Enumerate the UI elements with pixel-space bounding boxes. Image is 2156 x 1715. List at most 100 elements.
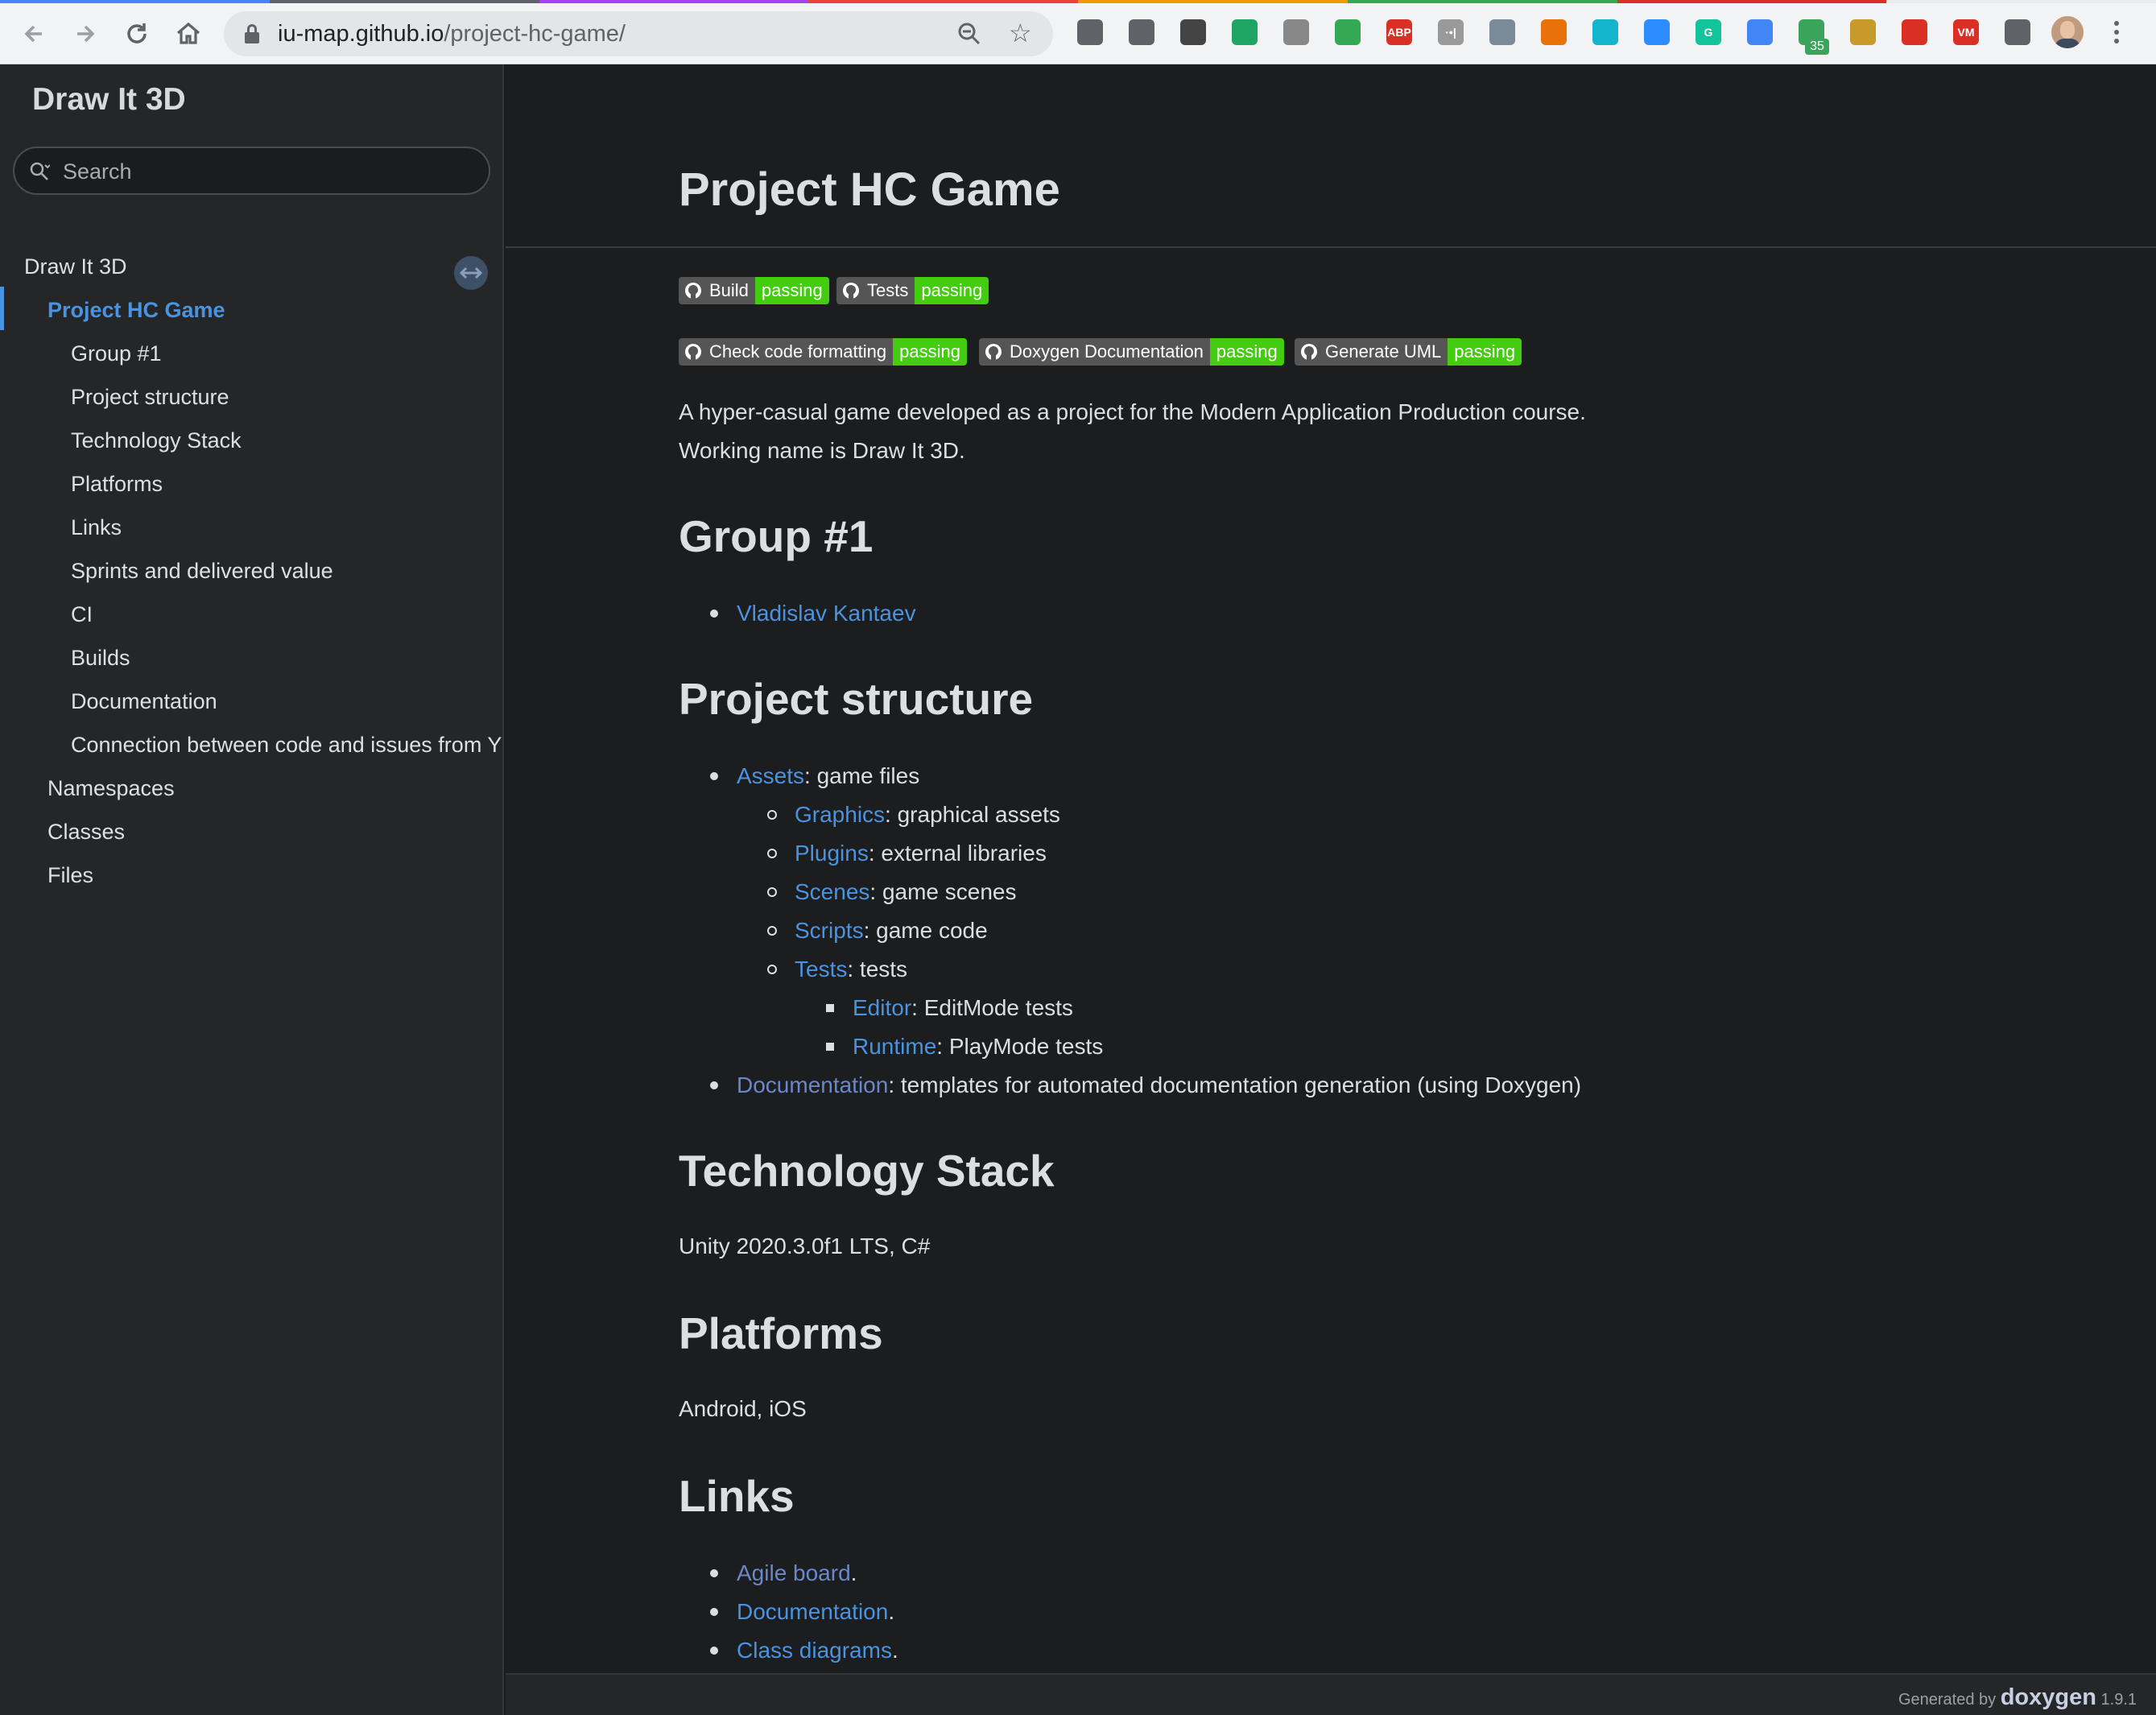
search-icon[interactable] bbox=[29, 161, 50, 182]
grammarly-icon[interactable]: G bbox=[1695, 19, 1721, 45]
runtime-link[interactable]: Runtime bbox=[853, 1034, 936, 1059]
zoom-extension-icon[interactable] bbox=[1644, 19, 1670, 45]
vm-extension-icon[interactable]: VM bbox=[1953, 19, 1979, 45]
nav-item-platforms[interactable]: Platforms bbox=[71, 472, 163, 497]
agile-board-link[interactable]: Agile board bbox=[737, 1560, 851, 1585]
url-text[interactable]: iu-map.github.io/project-hc-game/ bbox=[278, 21, 626, 48]
nav-item-documentation[interactable]: Documentation bbox=[71, 689, 217, 714]
forward-button[interactable] bbox=[69, 18, 101, 50]
nav-item-ci[interactable]: CI bbox=[71, 602, 93, 627]
project-name[interactable]: Draw It 3D bbox=[32, 82, 186, 118]
bullet bbox=[767, 926, 777, 936]
nav-item-technology-stack[interactable]: Technology Stack bbox=[71, 428, 242, 453]
back-button[interactable] bbox=[18, 18, 50, 50]
nav-item-namespaces[interactable]: Namespaces bbox=[47, 776, 175, 801]
badge-tests[interactable]: Tests passing bbox=[836, 277, 989, 304]
doxygen-logo-link[interactable]: doxygen bbox=[2001, 1684, 2096, 1710]
list-item: Plugins: external libraries bbox=[795, 841, 1047, 866]
nav-item-sprints[interactable]: Sprints and delivered value bbox=[71, 559, 333, 584]
address-bar[interactable]: iu-map.github.io/project-hc-game/ ☆ bbox=[224, 11, 1053, 56]
github-icon bbox=[685, 344, 701, 360]
adblock-plus-icon[interactable]: ABP bbox=[1386, 19, 1412, 45]
pixel-extension-icon[interactable]: ·•| bbox=[1438, 19, 1464, 45]
documentation-link[interactable]: Documentation bbox=[737, 1072, 888, 1097]
browser-menu-icon[interactable] bbox=[2113, 19, 2121, 47]
google-drive-icon[interactable] bbox=[1232, 19, 1258, 45]
browser-toolbar: iu-map.github.io/project-hc-game/ ☆ ABP ·… bbox=[0, 0, 2156, 64]
member-link[interactable]: Vladislav Kantaev bbox=[737, 601, 916, 626]
search-box[interactable] bbox=[13, 147, 490, 195]
feather-extension-icon[interactable] bbox=[1283, 19, 1309, 45]
sync-extension-icon[interactable] bbox=[1129, 19, 1154, 45]
list-item: Documentation. bbox=[737, 1599, 894, 1625]
heading-technology-stack: Technology Stack bbox=[679, 1146, 1055, 1196]
list-item: Scripts: game code bbox=[795, 918, 988, 944]
badge-build[interactable]: Build passing bbox=[679, 277, 829, 304]
nav-item-project-hc-game[interactable]: Project HC Game bbox=[47, 298, 225, 323]
nav-item-project-structure[interactable]: Project structure bbox=[71, 385, 229, 410]
scripts-link[interactable]: Scripts bbox=[795, 918, 864, 943]
badge-status: passing bbox=[915, 277, 989, 304]
badge-generate-uml[interactable]: Generate UML passing bbox=[1295, 338, 1522, 366]
zoom-out-icon[interactable] bbox=[958, 23, 981, 45]
bullet bbox=[767, 810, 777, 820]
tests-link[interactable]: Tests bbox=[795, 957, 847, 981]
sitemap-extension-icon[interactable] bbox=[1541, 19, 1567, 45]
bullet bbox=[767, 849, 777, 858]
nav-item-links[interactable]: Links bbox=[71, 515, 122, 540]
item-suffix: . bbox=[891, 1638, 898, 1663]
nav-item-classes[interactable]: Classes bbox=[47, 820, 125, 845]
circle-extension-icon[interactable] bbox=[1180, 19, 1206, 45]
tab-color-segment bbox=[269, 0, 539, 3]
heading-project-structure: Project structure bbox=[679, 674, 1034, 724]
graphics-link[interactable]: Graphics bbox=[795, 802, 885, 827]
lock-icon[interactable] bbox=[245, 24, 259, 43]
nav-item-group-1[interactable]: Group #1 bbox=[71, 341, 162, 366]
list-item: Scenes: game scenes bbox=[795, 879, 1017, 905]
scenes-link[interactable]: Scenes bbox=[795, 879, 869, 904]
home-button[interactable] bbox=[172, 18, 204, 50]
plugins-link[interactable]: Plugins bbox=[795, 841, 869, 866]
reload-button[interactable] bbox=[121, 18, 153, 50]
profile-avatar[interactable] bbox=[2051, 16, 2084, 48]
tab-strip[interactable] bbox=[0, 0, 2156, 3]
sprout-extension-icon[interactable] bbox=[1592, 19, 1618, 45]
pen-extension-icon[interactable] bbox=[1747, 19, 1773, 45]
acrobat-icon[interactable] bbox=[1902, 19, 1927, 45]
nav-item-draw-it-3d[interactable]: Draw It 3D bbox=[24, 254, 127, 279]
extensions-puzzle-icon[interactable] bbox=[2005, 19, 2030, 45]
tab-color-segment bbox=[0, 0, 270, 3]
badge-check-code-formatting[interactable]: Check code formatting passing bbox=[679, 338, 967, 366]
bookmark-star-icon[interactable]: ☆ bbox=[1009, 19, 1032, 47]
github-icon bbox=[985, 344, 1002, 360]
documentation-site-link[interactable]: Documentation bbox=[737, 1599, 888, 1624]
item-suffix: . bbox=[888, 1599, 895, 1624]
badge-status: passing bbox=[754, 277, 829, 304]
item-desc: : game scenes bbox=[869, 879, 1017, 904]
sync-arrows-icon bbox=[459, 267, 483, 279]
bookmark-manager-icon[interactable] bbox=[1077, 19, 1103, 45]
back-arrow-icon bbox=[24, 25, 42, 43]
badge-status: passing bbox=[1209, 338, 1284, 366]
url-path: /project-hc-game/ bbox=[444, 21, 626, 47]
tab-color-segment bbox=[1078, 0, 1348, 3]
phone-extension-icon[interactable] bbox=[1335, 19, 1361, 45]
assets-link[interactable]: Assets bbox=[737, 763, 804, 788]
badge-status: passing bbox=[893, 338, 967, 366]
badge-doxygen-documentation[interactable]: Doxygen Documentation passing bbox=[979, 338, 1284, 366]
nav-item-files[interactable]: Files bbox=[47, 863, 93, 888]
editor-link[interactable]: Editor bbox=[853, 995, 911, 1020]
nav-item-builds[interactable]: Builds bbox=[71, 646, 130, 671]
dropbox-icon[interactable] bbox=[1489, 19, 1515, 45]
class-diagrams-link[interactable]: Class diagrams bbox=[737, 1638, 892, 1663]
github-icon bbox=[685, 283, 701, 299]
github-icon bbox=[1301, 344, 1317, 360]
search-input[interactable] bbox=[63, 159, 465, 184]
tab-color-segment bbox=[808, 0, 1078, 3]
nav-item-connection-issues[interactable]: Connection between code and issues from … bbox=[71, 733, 502, 758]
bullet bbox=[710, 772, 718, 780]
nest-extension-icon[interactable] bbox=[1850, 19, 1876, 45]
main-content: Project HC Game Build passing Tests passin… bbox=[506, 64, 2156, 1675]
sync-toggle-button[interactable] bbox=[454, 256, 488, 290]
badge-label: Build bbox=[709, 280, 749, 300]
